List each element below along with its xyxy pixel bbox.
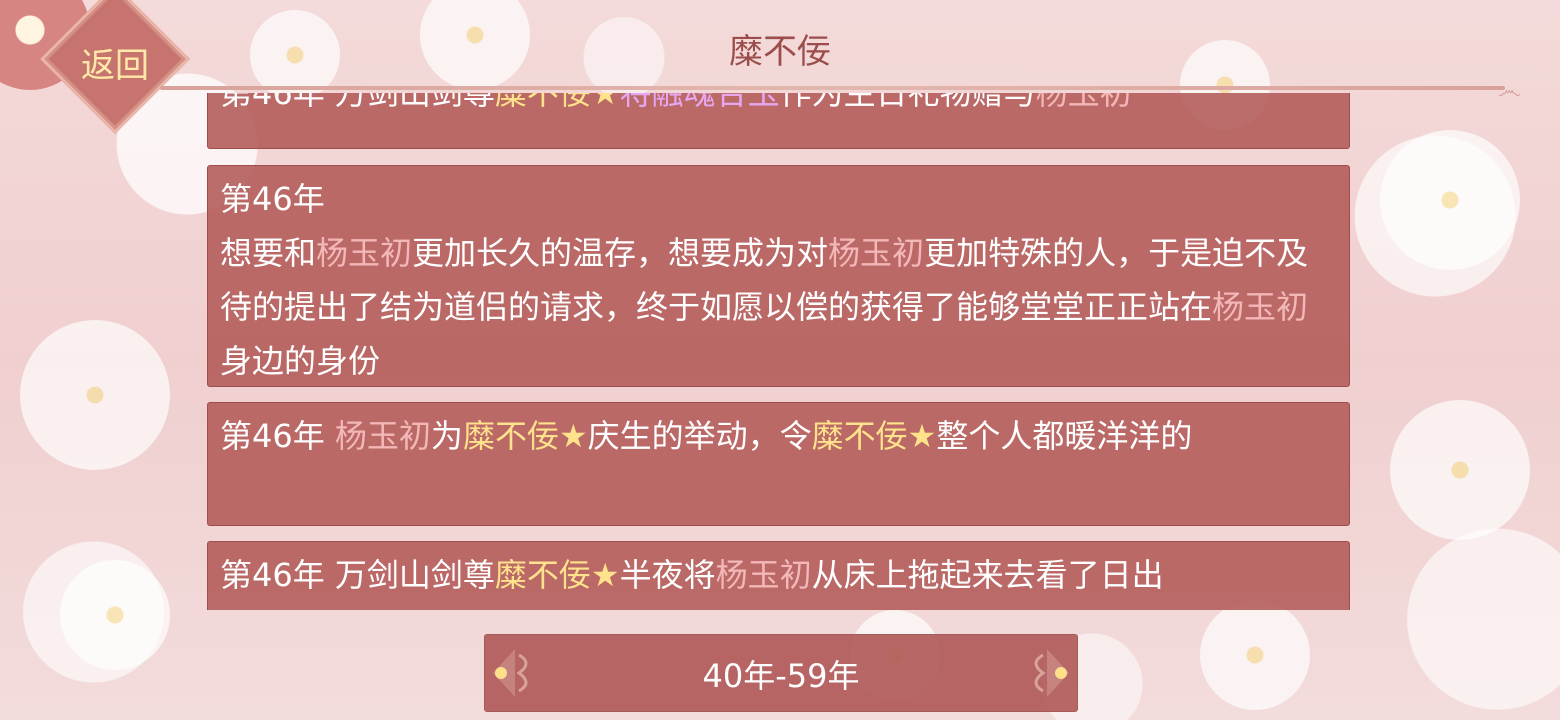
title-divider [160, 86, 1505, 90]
timeline-entry: 第46年 万剑山剑尊糜不佞★将融魂合玉作为生日礼物赠与杨玉初 [207, 93, 1350, 149]
cloud-ornament-icon: ෴ [1498, 76, 1521, 104]
blossom-decoration [1380, 130, 1520, 270]
timeline-entry: 第46年 想要和杨玉初更加长久的温存，想要成为对杨玉初更加特殊的人，于是迫不及待的… [207, 165, 1350, 387]
timeline-entry: 第46年 杨玉初为糜不佞★庆生的举动，令糜不佞★整个人都暖洋洋的 [207, 402, 1350, 526]
entry-text-segment: 杨玉初 [715, 556, 812, 594]
entry-text-segment: 将融魂合玉 [619, 93, 780, 112]
entry-text-segment: 糜不佞★ [494, 93, 620, 112]
timeline-scroll-area[interactable]: 第46年 万剑山剑尊糜不佞★将融魂合玉作为生日礼物赠与杨玉初 第46年 想要和杨玉… [207, 93, 1352, 610]
entry-text-segment: 糜不佞★ [462, 417, 588, 455]
timeline-entry: 第46年 万剑山剑尊糜不佞★半夜将杨玉初从床上拖起来去看了日出 [207, 541, 1350, 610]
entry-text-segment: 整个人都暖洋洋的 [936, 417, 1193, 455]
entry-text-segment: 庆生的举动，令 [587, 417, 812, 455]
entry-text-segment: 作为生日礼物赠与 [779, 93, 1036, 112]
blossom-decoration [20, 320, 170, 470]
year-range-pager: 40年-59年 [484, 634, 1078, 712]
next-range-arrow-icon[interactable] [1015, 635, 1077, 711]
entry-text-segment: 从床上拖起来去看了日出 [811, 556, 1164, 594]
entry-text-segment: 第46年 万剑山剑尊 [220, 93, 495, 112]
entry-text-segment: 杨玉初 [1212, 288, 1309, 326]
entry-text-segment: 糜不佞★ [811, 417, 937, 455]
entry-text-segment: 杨玉初 [334, 417, 431, 455]
entry-text-segment: 杨玉初 [1035, 93, 1132, 112]
entry-text-segment: 为 [430, 417, 463, 455]
entry-text-segment: 第46年 [220, 417, 335, 455]
blossom-decoration [1390, 400, 1530, 540]
blossom-decoration [1200, 600, 1310, 710]
entry-text-segment: 糜不佞★ [494, 556, 620, 594]
entry-text-segment: 身边的身份 [220, 342, 381, 380]
entry-text-segment: 半夜将 [619, 556, 716, 594]
entry-text-segment: 想要和 [220, 234, 317, 272]
entry-text-segment: 更加长久的温存，想要成为对 [412, 234, 829, 272]
page-title: 糜不佞 [729, 32, 831, 72]
year-range-label: 40年-59年 [702, 657, 860, 695]
entry-text-segment: 第46年 万剑山剑尊 [220, 556, 495, 594]
entry-text-segment: 杨玉初 [316, 234, 413, 272]
entry-text-segment: 第46年 [220, 180, 325, 218]
blossom-decoration [60, 560, 170, 670]
entry-text-segment: 杨玉初 [828, 234, 925, 272]
